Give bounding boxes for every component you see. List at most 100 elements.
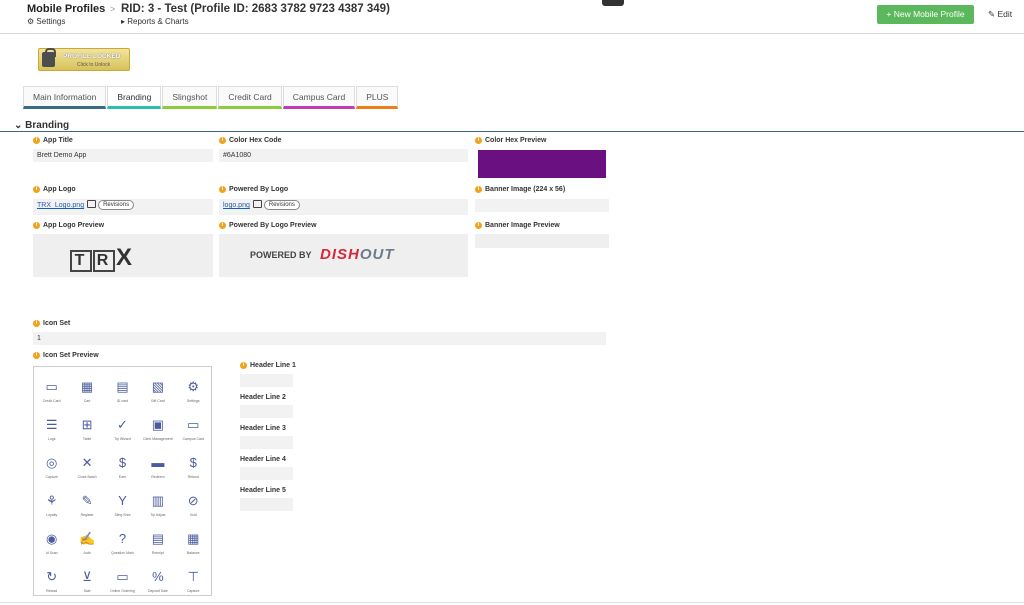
icon-set-item: $ Refund xyxy=(176,453,211,486)
icon-set-glyph-icon: ◎ xyxy=(46,455,58,470)
chevron-down-icon: ⌄ xyxy=(14,120,26,131)
color-hex-preview-swatch xyxy=(478,150,606,178)
breadcrumb-separator: > xyxy=(110,4,116,14)
icon-set-glyph-icon: ? xyxy=(118,531,127,546)
app-title[interactable]: Mobile Profiles xyxy=(27,3,105,15)
header-line-2-field[interactable] xyxy=(240,405,293,418)
file-icon[interactable] xyxy=(87,200,97,208)
icon-set-glyph-icon: ⊻ xyxy=(82,569,92,584)
header-line-1-label: i Header Line 1 xyxy=(240,362,296,369)
icon-set-item: ? Question Mark xyxy=(105,529,140,562)
icon-set-item-label: Capture xyxy=(187,589,200,593)
header-line-5-field[interactable] xyxy=(240,498,293,511)
record-title: RID: 3 - Test (Profile ID: 2683 3782 972… xyxy=(121,3,390,15)
icon-set-glyph-icon: ▭ xyxy=(116,569,129,584)
icon-set-item-label: Loyalty xyxy=(46,513,58,517)
header-line-4-label: Header Line 4 xyxy=(240,456,286,463)
tab-credit-card[interactable]: Credit Card xyxy=(218,86,282,109)
info-icon: i xyxy=(219,137,226,144)
header-line-3-field[interactable] xyxy=(240,436,293,449)
icon-set-item: ⊤ Capture xyxy=(176,567,211,600)
icon-set-glyph-icon: ▤ xyxy=(116,379,129,394)
icon-set-glyph-icon: ⊘ xyxy=(187,493,199,508)
icon-set-item-label: Reload xyxy=(46,589,58,593)
section-header[interactable]: ⌄ Branding xyxy=(14,120,69,131)
icon-set-item: % Deposit Sale xyxy=(140,567,175,600)
icon-set-item: ✎ Register xyxy=(69,491,104,524)
icon-set-item-label: Cart xyxy=(83,399,91,403)
icon-set-glyph-icon: ⊤ xyxy=(187,569,199,584)
icon-set-item-label: Table xyxy=(82,437,92,441)
icon-set-item-label: Void xyxy=(189,513,197,517)
icon-set-glyph-icon: ▭ xyxy=(45,379,58,394)
icon-set-glyph-icon: ◉ xyxy=(46,531,58,546)
top-bar: Mobile Profiles > RID: 3 - Test (Profile… xyxy=(0,0,1024,34)
icon-set-glyph-icon: ▬ xyxy=(151,455,165,470)
icon-set-item-label: Campus Card xyxy=(182,437,205,441)
lock-sub-label: Click to Unlock xyxy=(77,62,111,68)
top-pull-tab[interactable] xyxy=(602,0,624,6)
icon-set-glyph-icon: ▤ xyxy=(151,531,164,546)
header-line-1-field[interactable] xyxy=(240,374,293,387)
tab-campus-card[interactable]: Campus Card xyxy=(282,86,356,109)
dishout-logo: DISHOUT xyxy=(320,246,395,263)
info-icon: i xyxy=(475,186,482,193)
icon-set-preview-label: i Icon Set Preview xyxy=(33,352,99,359)
powered-preview-label: i Powered By Logo Preview xyxy=(219,222,317,229)
icon-set-item: ⊻ Sale xyxy=(69,567,104,600)
icon-set-item-label: Clerk Management xyxy=(143,437,173,441)
icon-set-item: ▤ Receipt xyxy=(140,529,175,562)
icon-set-glyph-icon: ✕ xyxy=(81,455,93,470)
edit-link[interactable]: ✎ Edit xyxy=(988,9,1012,20)
tab-main-information[interactable]: Main Information xyxy=(23,86,107,109)
icon-set-glyph-icon: % xyxy=(152,569,164,584)
reports-link[interactable]: ▸ Reports & Charts xyxy=(121,17,189,26)
icon-set-item-label: Balance xyxy=(186,551,200,555)
new-mobile-profile-button[interactable]: + New Mobile Profile xyxy=(877,5,974,24)
icon-set-glyph-icon: ▦ xyxy=(187,531,200,546)
icon-set-value[interactable]: 1 xyxy=(33,332,606,345)
file-icon[interactable] xyxy=(252,200,262,208)
info-icon: i xyxy=(475,137,482,144)
app-logo-revisions-button[interactable]: Revisions xyxy=(98,200,135,210)
icon-set-label: i Icon Set xyxy=(33,320,70,327)
tab-slingshot[interactable]: Slingshot xyxy=(162,86,218,109)
color-hex-value[interactable]: #6A1080 xyxy=(219,149,468,162)
icon-set-glyph-icon: ☰ xyxy=(45,417,58,432)
icon-set-glyph-icon: ▧ xyxy=(151,379,164,394)
powered-by-text: POWERED BY xyxy=(250,250,312,260)
icon-set-item: ✕ Close Batch xyxy=(69,453,104,486)
icon-set-item: ✍ Auth xyxy=(69,529,104,562)
icon-set-item: ⚘ Loyalty xyxy=(34,491,69,524)
profile-locked-button[interactable]: PROFILE LOCKED Click to Unlock xyxy=(38,48,130,71)
icon-set-item-label: Earn xyxy=(118,475,127,479)
tab-branding[interactable]: Branding xyxy=(107,86,162,109)
header-line-5-label: Header Line 5 xyxy=(240,487,286,494)
icon-set-item: ▦ Cart xyxy=(69,377,104,410)
tab-bar: Main Information Branding Slingshot Cred… xyxy=(23,86,399,109)
app-logo-file-link[interactable]: TRX_Logo.png xyxy=(37,202,84,209)
icon-set-item: ▦ Balance xyxy=(176,529,211,562)
icon-set-item: ▬ Redeem xyxy=(140,453,175,486)
settings-link[interactable]: ⚙ Settings xyxy=(27,17,65,26)
icon-set-glyph-icon: $ xyxy=(189,455,197,470)
lock-label: PROFILE LOCKED xyxy=(63,53,121,60)
icon-grid: ▭ Credit Card ▦ Cart ▤ ID card ▧ Gift Card ⚙ Sett… xyxy=(34,377,211,600)
header-line-3-label: Header Line 3 xyxy=(240,425,286,432)
powered-logo-revisions-button[interactable]: Revisions xyxy=(263,200,300,210)
color-preview-label: i Color Hex Preview xyxy=(475,137,546,144)
icon-set-glyph-icon: ✎ xyxy=(81,493,93,508)
icon-set-item-label: Tip Adjust xyxy=(150,513,166,517)
app-title-value[interactable]: Brett Demo App xyxy=(33,149,213,162)
edit-label: Edit xyxy=(997,9,1013,19)
icon-set-item: ⊞ Table xyxy=(69,415,104,448)
powered-logo-label: i Powered By Logo xyxy=(219,186,288,193)
header-line-4-field[interactable] xyxy=(240,467,293,480)
powered-logo-file-link[interactable]: logo.png xyxy=(223,202,250,209)
tab-plus[interactable]: PLUS xyxy=(356,86,399,109)
app-logo-field: TRX_Logo.png Revisions xyxy=(33,199,213,215)
gear-icon: ⚙ xyxy=(27,17,37,26)
info-icon: i xyxy=(219,186,226,193)
banner-image-field[interactable] xyxy=(475,199,609,212)
icon-set-item-label: Receipt xyxy=(151,551,164,555)
